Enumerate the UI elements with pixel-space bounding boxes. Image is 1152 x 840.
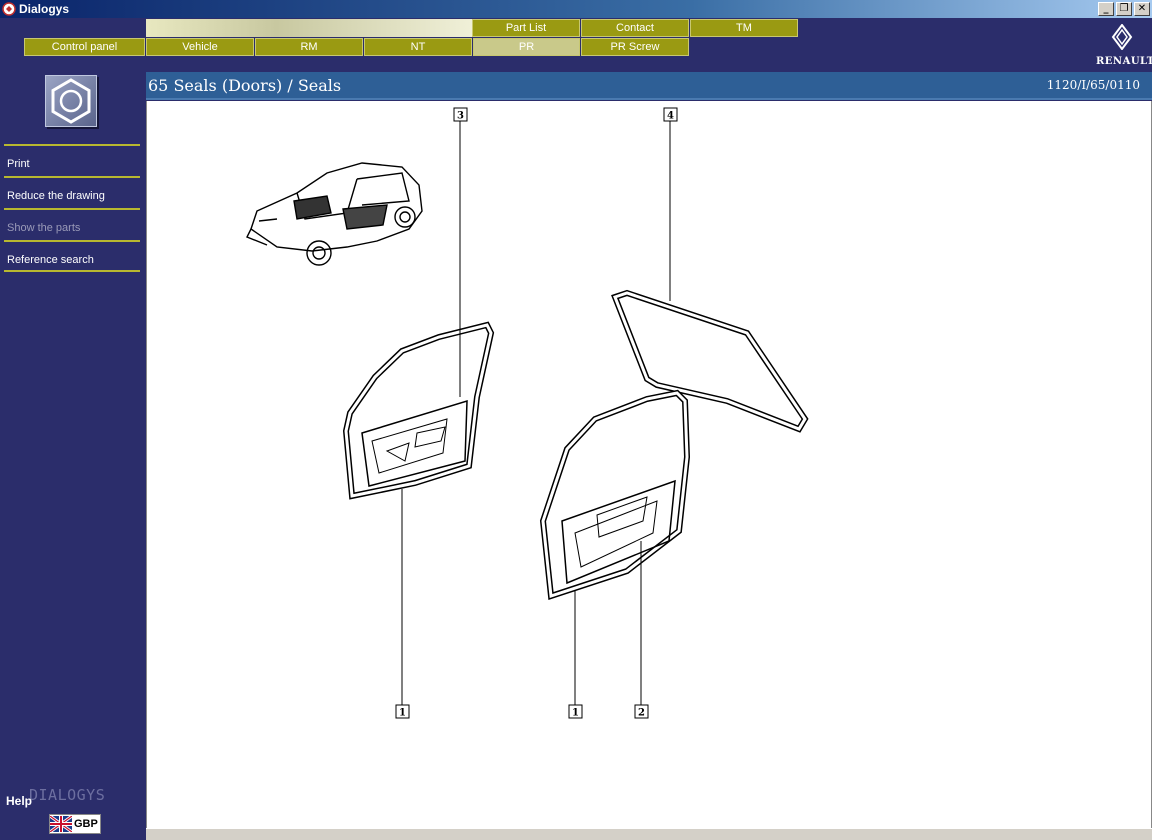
right-door-seal [539,389,691,601]
front-window-seal [611,289,809,433]
page-title: 65 Seals (Doors) / Seals [148,75,342,95]
tab-pr[interactable]: PR [473,38,580,56]
callout-1-right[interactable]: 1 [568,704,583,719]
tab-control-panel[interactable]: Control panel [24,38,145,56]
svg-text:4: 4 [667,111,674,122]
window-title: Dialogys [19,2,70,16]
brand-name: RENAULT [1096,56,1152,67]
minimize-button[interactable]: _ [1098,2,1114,16]
exploded-view-drawing[interactable]: 3 4 1 1 2 [147,101,1151,828]
menu-print[interactable]: Print [4,144,140,176]
title-bar: Dialogys _ ❐ ✕ [0,0,1152,18]
svg-text:1: 1 [572,708,579,719]
svg-text:1: 1 [399,708,406,719]
tab-nt[interactable]: NT [364,38,472,56]
language-code: GBP [74,818,98,830]
restore-button[interactable]: ❐ [1116,2,1132,16]
menu-reference-search[interactable]: Reference search [4,240,140,272]
tab-vehicle[interactable]: Vehicle [146,38,254,56]
left-door-seal [342,321,495,500]
tab-rm[interactable]: RM [255,38,363,56]
product-watermark: DIALOGYS [29,786,106,804]
tab-part-list[interactable]: Part List [472,19,580,37]
callout-3[interactable]: 3 [453,107,468,122]
dialogys-window: Dialogys _ ❐ ✕ Part List Contact TM Cont… [0,0,1152,840]
tab-pr-screw[interactable]: PR Screw [581,38,689,56]
window-controls: _ ❐ ✕ [1098,2,1150,16]
reference-code: 1120/I/65/0110 [1046,78,1140,92]
renault-diamond-icon [1111,23,1133,51]
callout-2[interactable]: 2 [634,704,649,719]
svg-text:3: 3 [457,111,464,122]
sidebar-menu: Print Reduce the drawing Show the parts … [4,144,140,272]
renault-logo: RENAULT [1096,23,1152,68]
sidebar: Print Reduce the drawing Show the parts … [0,72,146,840]
hex-nut-icon [51,78,91,124]
drawing-area[interactable]: 3 4 1 1 2 [146,101,1152,828]
status-bar [146,828,1152,840]
menu-reduce-drawing[interactable]: Reduce the drawing [4,176,140,208]
car-overview-sketch [246,162,423,266]
header-bar: Part List Contact TM Control panel Vehic… [0,18,1152,72]
callout-4[interactable]: 4 [663,107,678,122]
menu-show-parts[interactable]: Show the parts [4,208,140,240]
header-banner [146,19,472,37]
callout-leaders [401,121,671,705]
page-header: 65 Seals (Doors) / Seals 1120/I/65/0110 [146,72,1152,100]
language-selector[interactable]: GBP [49,814,101,834]
callout-1-left[interactable]: 1 [395,704,410,719]
app-icon [2,2,16,16]
tab-tm[interactable]: TM [690,19,798,37]
uk-flag-icon [50,816,72,832]
part-category-icon [45,75,97,127]
tab-contact[interactable]: Contact [581,19,689,37]
close-button[interactable]: ✕ [1134,2,1150,16]
svg-text:2: 2 [638,708,645,719]
help-link[interactable]: Help [6,794,32,808]
